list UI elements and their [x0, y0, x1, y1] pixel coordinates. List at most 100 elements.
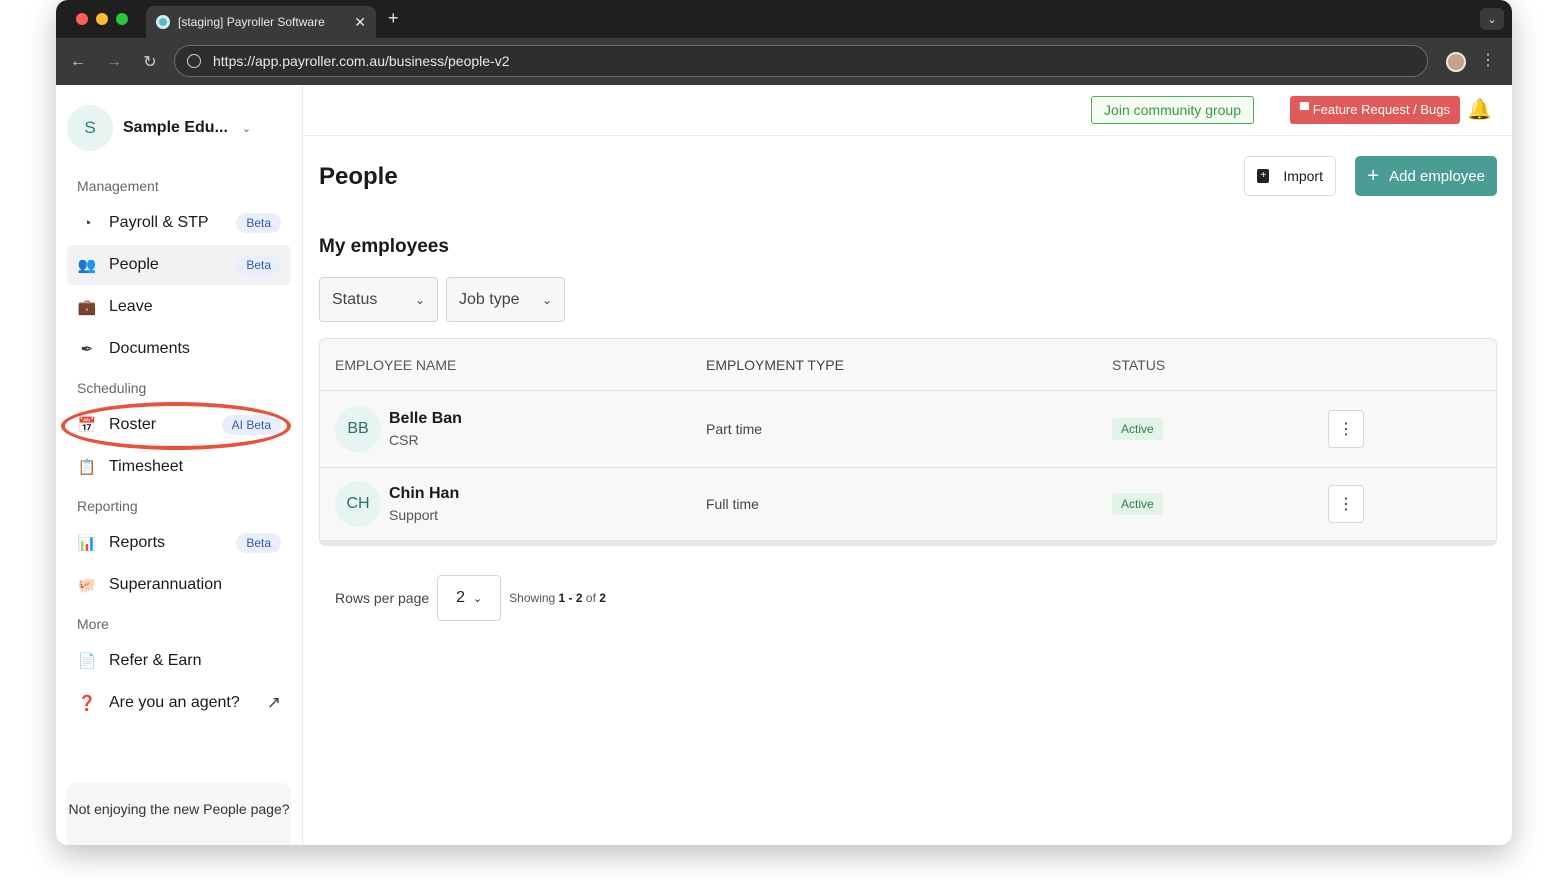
section-title: My employees	[319, 236, 449, 257]
rows-per-page-value: 2	[456, 589, 466, 606]
avatar: BB	[335, 406, 381, 452]
avatar: CH	[335, 481, 381, 527]
topbar: Join community group ▀ Feature Request /…	[303, 85, 1512, 136]
showing-total: 2	[599, 591, 606, 605]
plus-icon: +	[1367, 164, 1380, 187]
profile-avatar-icon[interactable]	[1446, 52, 1466, 72]
row-actions: ⋮	[1328, 410, 1496, 448]
favicon-icon	[156, 15, 170, 29]
browser-tab[interactable]: [staging] Payroller Software ✕	[146, 6, 376, 38]
job-type-filter-select[interactable]: Job type ⌄	[446, 277, 565, 322]
beta-badge: Beta	[236, 533, 281, 553]
showing-prefix: Showing	[509, 591, 556, 605]
employment-type: Part time	[706, 421, 763, 437]
piggy-bank-icon: 🐖	[77, 577, 97, 594]
showing-range: 1 - 2	[558, 591, 583, 605]
sidebar-item-people[interactable]: 👥 People Beta	[67, 245, 291, 285]
import-label: Import	[1283, 168, 1323, 184]
employee-name[interactable]: Chin Han	[389, 485, 459, 503]
sidebar-item-reports[interactable]: 📊 Reports Beta	[67, 523, 291, 563]
feature-request-label: Feature Request / Bugs	[1312, 102, 1450, 117]
url-input[interactable]: https://app.payroller.com.au/business/pe…	[174, 45, 1428, 77]
sidebar-item-refer[interactable]: 📄 Refer & Earn	[67, 641, 291, 681]
employee-name[interactable]: Belle Ban	[389, 410, 462, 428]
status-badge: Active	[1112, 493, 1163, 515]
bell-icon[interactable]: 🔔	[1467, 97, 1492, 122]
section-label-more: More	[77, 616, 109, 632]
employees-table: EMPLOYEE NAME EMPLOYMENT TYPE STATUS BB …	[319, 338, 1497, 546]
new-tab-icon[interactable]: +	[388, 8, 399, 29]
chevron-down-icon: ⌄	[473, 592, 483, 605]
add-employee-button[interactable]: + Add employee	[1355, 156, 1497, 196]
tab-title: [staging] Payroller Software	[178, 15, 325, 29]
header-employment-type[interactable]: EMPLOYMENT TYPE	[706, 357, 1112, 373]
sidebar-item-superannuation[interactable]: 🐖 Superannuation	[67, 565, 291, 605]
tab-list-chevron-icon[interactable]: ⌄	[1480, 8, 1504, 30]
join-community-button[interactable]: Join community group	[1091, 96, 1254, 124]
browser-titlebar: [staging] Payroller Software ✕ + ⌄	[56, 0, 1512, 38]
sidebar-item-timesheet[interactable]: 📋 Timesheet	[67, 447, 291, 487]
section-label-management: Management	[77, 178, 159, 194]
back-icon[interactable]: ←	[60, 53, 96, 71]
sidebar-item-payroll[interactable]: ◔ Payroll & STP Beta	[67, 203, 291, 243]
ai-beta-badge: AI Beta	[221, 415, 281, 435]
kebab-menu-icon[interactable]: ⋮	[1328, 485, 1364, 523]
org-switcher[interactable]: S Sample Edu... ⌄	[67, 103, 291, 153]
reload-icon[interactable]: ↻	[132, 52, 168, 72]
org-avatar: S	[67, 105, 113, 151]
row-actions: ⋮	[1328, 485, 1496, 523]
site-info-icon[interactable]	[187, 54, 201, 68]
sidebar-item-documents[interactable]: ✒ Documents	[67, 329, 291, 369]
showing-of: of	[585, 591, 596, 605]
close-tab-icon[interactable]: ✕	[354, 14, 366, 31]
sidebar-item-label: Are you an agent?	[109, 694, 240, 711]
kebab-menu-icon[interactable]: ⋮	[1328, 410, 1364, 448]
pagination: Rows per page 2 ⌄ Showing 1 - 2 of 2	[335, 575, 606, 621]
sidebar-item-label: Superannuation	[109, 576, 222, 593]
sidebar-item-leave[interactable]: 💼 Leave	[67, 287, 291, 327]
sidebar-item-label: Timesheet	[109, 458, 184, 475]
minimize-window-button[interactable]	[96, 13, 108, 25]
table-row[interactable]: BB Belle Ban CSR Part time Active ⋮	[320, 391, 1496, 468]
employee-role: Support	[389, 507, 439, 523]
employment-type: Full time	[706, 496, 759, 512]
employee-cell: CH Chin Han Support	[320, 481, 706, 527]
sidebar-item-label: Refer & Earn	[109, 652, 202, 669]
status-cell: Active	[1112, 493, 1328, 515]
status-cell: Active	[1112, 418, 1328, 440]
table-row[interactable]: CH Chin Han Support Full time Active ⋮	[320, 468, 1496, 545]
feature-request-button[interactable]: ▀ Feature Request / Bugs	[1289, 96, 1460, 124]
address-bar: ← → ↻ https://app.payroller.com.au/busin…	[56, 38, 1512, 85]
import-button[interactable]: + Import	[1244, 156, 1336, 196]
browser-menu-icon[interactable]: ⋮	[1480, 50, 1496, 70]
status-badge: Active	[1112, 418, 1163, 440]
feedback-banner[interactable]: Not enjoying the new People page?	[67, 783, 291, 845]
help-icon: ❓	[77, 695, 97, 712]
sidebar-item-agent[interactable]: ❓ Are you an agent? ↗	[67, 683, 291, 723]
external-link-icon: ↗	[266, 693, 281, 712]
rows-per-page-label: Rows per page	[335, 590, 430, 606]
document-chart-icon: 📄	[77, 653, 97, 670]
sidebar-item-label: Roster	[109, 416, 157, 433]
chevron-down-icon: ⌄	[241, 122, 252, 135]
report-icon: 📊	[77, 535, 97, 552]
calendar-icon: 📅	[77, 417, 97, 434]
maximize-window-button[interactable]	[116, 13, 128, 25]
forward-icon[interactable]: →	[96, 53, 132, 71]
sidebar-item-roster[interactable]: 📅 Roster AI Beta	[61, 402, 291, 450]
pen-icon: ✒	[80, 341, 94, 358]
header-employee-name[interactable]: EMPLOYEE NAME	[320, 357, 706, 373]
section-label-scheduling: Scheduling	[77, 380, 147, 396]
clipboard-icon: 📋	[77, 459, 97, 476]
app: S Sample Edu... ⌄ Management ◔ Payroll &…	[56, 85, 1512, 845]
chevron-down-icon: ⌄	[414, 292, 425, 307]
file-plus-icon: +	[1257, 169, 1270, 183]
header-status[interactable]: STATUS	[1112, 357, 1328, 373]
showing-text: Showing 1 - 2 of 2	[509, 591, 606, 605]
url-text: https://app.payroller.com.au/business/pe…	[213, 53, 510, 69]
close-window-button[interactable]	[76, 13, 88, 25]
section-label-reporting: Reporting	[77, 498, 138, 514]
rows-per-page-select[interactable]: 2 ⌄	[437, 575, 502, 621]
status-filter-select[interactable]: Status ⌄	[319, 277, 438, 322]
flag-icon: ▀	[1299, 102, 1313, 117]
